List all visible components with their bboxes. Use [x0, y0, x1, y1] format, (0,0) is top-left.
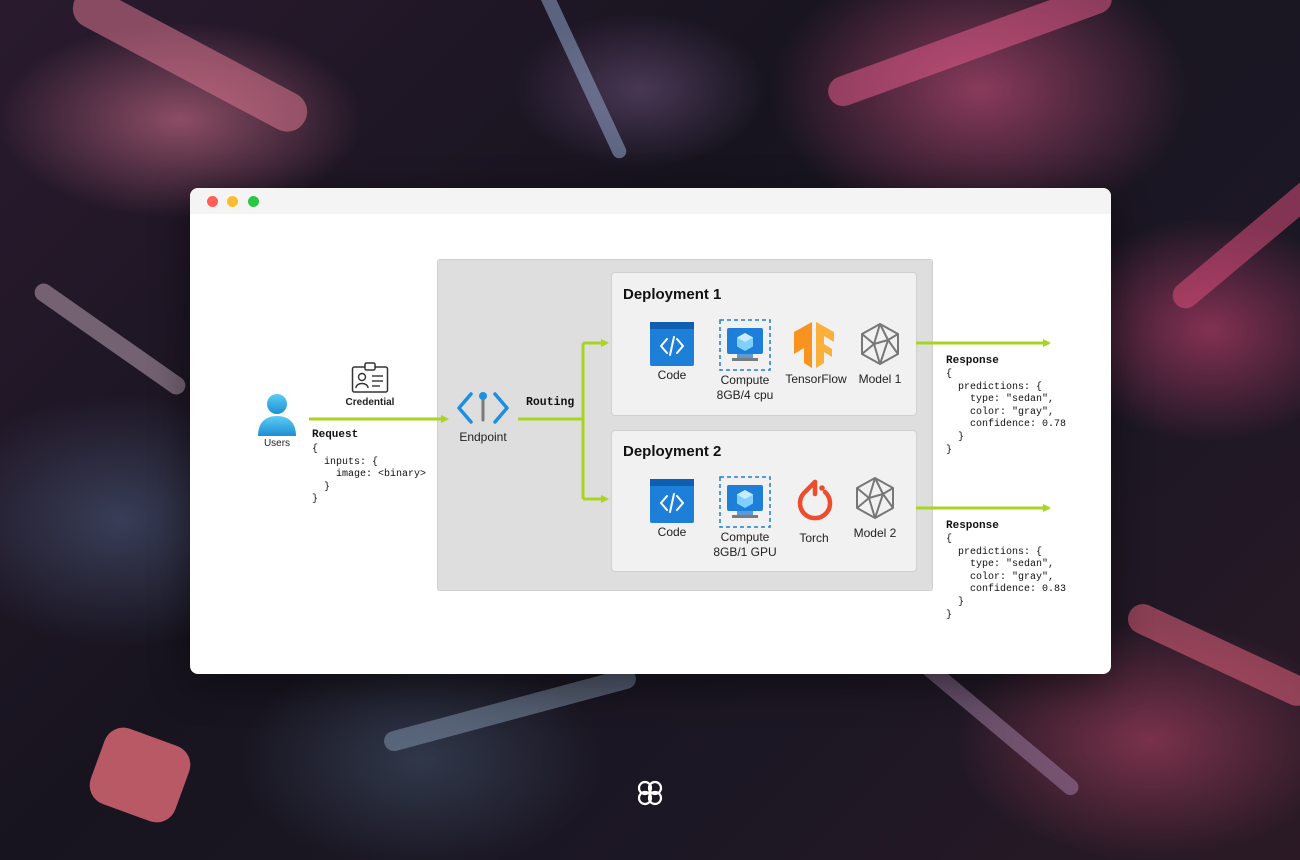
- response-line: color: "gray",: [946, 406, 1055, 418]
- credential-label: Credential: [345, 397, 395, 408]
- response-line: confidence: 0.78: [946, 419, 1067, 431]
- response-line: }: [946, 596, 965, 608]
- response-line: }: [946, 431, 965, 443]
- code-icon: [650, 479, 694, 523]
- request-line: }: [312, 494, 319, 506]
- response-line: type: "sedan",: [946, 559, 1055, 571]
- code-icon: [650, 322, 694, 366]
- user-icon: [258, 394, 296, 436]
- pytorch-icon: [797, 479, 833, 521]
- response-line: confidence: 0.83: [946, 584, 1067, 596]
- request-title: Request: [312, 429, 359, 441]
- response-line: {: [946, 534, 953, 545]
- deployment-1-compute-label: Compute: [720, 373, 770, 387]
- deployment-2-compute-label: Compute: [720, 530, 770, 544]
- routing-label: Routing: [526, 396, 575, 409]
- response-2-body: { predictions: { type: "sedan", color: "…: [946, 534, 1066, 622]
- deployment-2-compute-spec: 8GB/1 GPU: [713, 545, 777, 559]
- request-body: { inputs: { image: <binary> } }: [312, 444, 426, 507]
- architecture-diagram: Users Credential Request { inputs: { ima…: [0, 0, 1300, 860]
- response-1-body: { predictions: { type: "sedan", color: "…: [946, 369, 1066, 457]
- model-icon: [861, 323, 899, 365]
- id-card-icon: [351, 362, 389, 393]
- tensorflow-icon: [794, 322, 834, 368]
- request-line: image: <binary>: [312, 469, 427, 481]
- response-line: }: [946, 444, 953, 456]
- response-line: predictions: {: [946, 546, 1043, 558]
- deployment-2-model-label: Model 2: [853, 526, 897, 540]
- endpoint-icon: [457, 392, 509, 424]
- model-icon: [856, 477, 894, 519]
- endpoint-label: Endpoint: [459, 430, 507, 444]
- deployment-1-code-label: Code: [657, 368, 687, 382]
- request-line: {: [312, 444, 319, 455]
- response-line: predictions: {: [946, 381, 1043, 393]
- response-line: }: [946, 609, 953, 621]
- response-2-title: Response: [946, 520, 999, 532]
- response-line: {: [946, 369, 953, 380]
- deployment-2-code-label: Code: [657, 525, 687, 539]
- compute-icon: [719, 476, 771, 528]
- request-line: }: [312, 481, 331, 493]
- response-line: color: "gray",: [946, 571, 1055, 583]
- response-1-title: Response: [946, 355, 999, 367]
- request-line: inputs: {: [312, 456, 379, 468]
- deployment-1-compute-spec: 8GB/4 cpu: [716, 388, 774, 402]
- compute-icon: [719, 319, 771, 371]
- users-label: Users: [263, 438, 291, 449]
- response-line: type: "sedan",: [946, 394, 1055, 406]
- flow-arrows: [309, 339, 1051, 512]
- deployment-1-model-label: Model 1: [858, 372, 902, 386]
- deployment-2-title: Deployment 2: [623, 443, 722, 460]
- brand-logo-icon: [637, 780, 663, 806]
- deployment-1-title: Deployment 1: [623, 286, 722, 303]
